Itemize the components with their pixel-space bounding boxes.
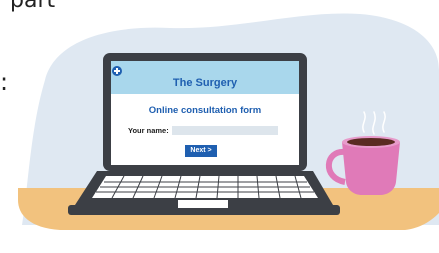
surgery-name: The Surgery xyxy=(172,77,238,89)
next-button[interactable]: Next > xyxy=(185,145,217,157)
plus-circle-icon xyxy=(112,66,122,76)
illustration: part : The Surgery Online consultation f… xyxy=(0,0,439,253)
surgery-header: The Surgery xyxy=(112,66,298,94)
colon-fragment: : xyxy=(0,68,9,96)
trackpad xyxy=(178,200,228,208)
text-fragment: part xyxy=(10,0,56,13)
form-title: Online consultation form xyxy=(148,105,262,116)
name-label: Your name: xyxy=(128,126,169,135)
coffee xyxy=(347,138,395,146)
name-input[interactable] xyxy=(172,126,278,135)
mug-body xyxy=(342,142,400,195)
